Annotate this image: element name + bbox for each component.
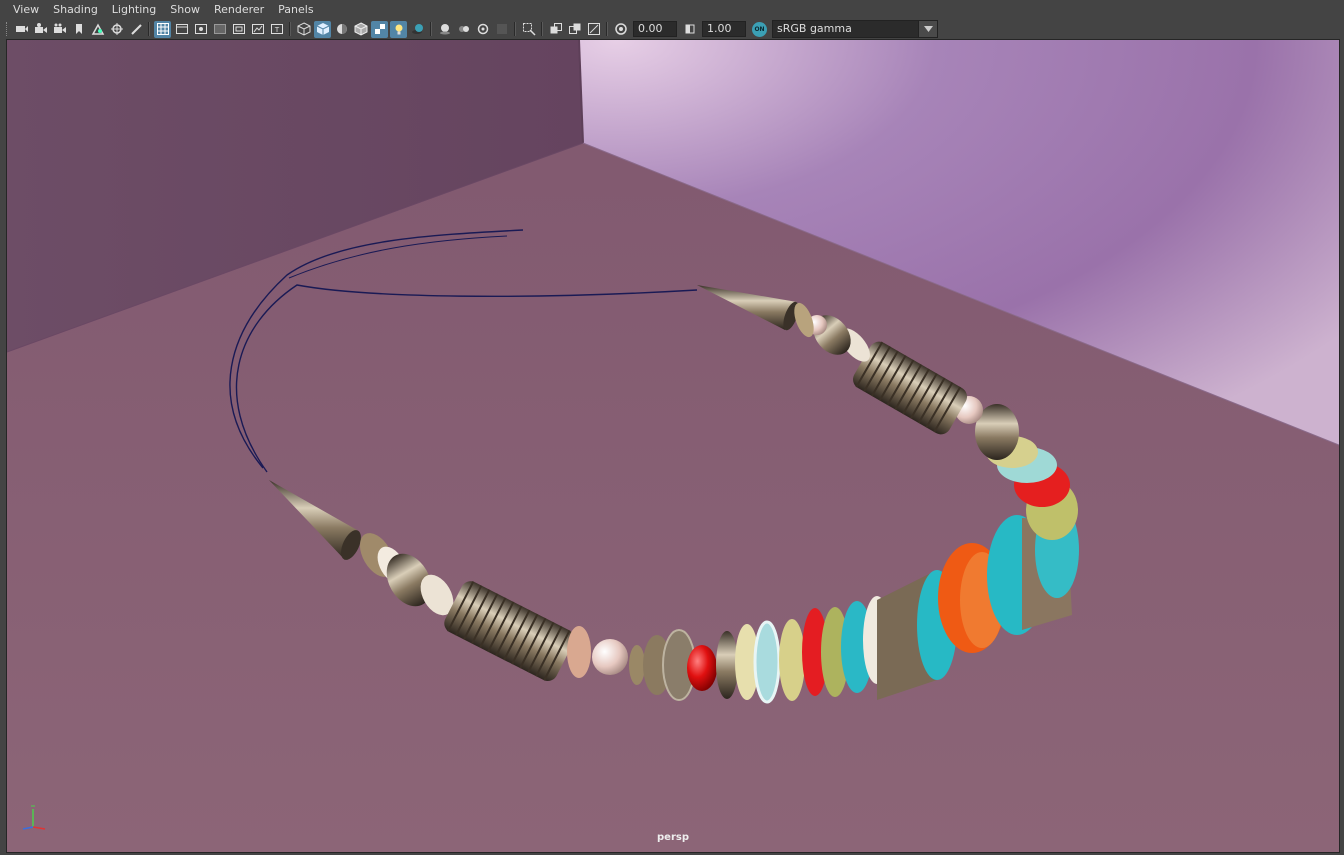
toolbar-separator [289, 22, 291, 36]
toolbar-separator [514, 22, 516, 36]
camera-attributes-icon[interactable] [32, 21, 49, 38]
panel-menu-bar: View Shading Lighting Show Renderer Pane… [0, 0, 1344, 19]
two-d-pan-zoom-icon[interactable] [89, 21, 106, 38]
gamma-field[interactable]: 1.00 [702, 21, 746, 37]
toolbar-separator [148, 22, 150, 36]
view-transform-value: sRGB gamma [777, 22, 852, 35]
scene-render [7, 40, 1339, 852]
menu-shading[interactable]: Shading [46, 0, 105, 19]
select-camera-icon[interactable] [13, 21, 30, 38]
gamma-icon[interactable] [681, 21, 698, 38]
default-material-icon[interactable] [333, 21, 350, 38]
field-chart-icon[interactable] [230, 21, 247, 38]
svg-text:T: T [273, 26, 279, 34]
xray-active-components-icon[interactable] [566, 21, 583, 38]
menu-panels[interactable]: Panels [271, 0, 320, 19]
textured-icon[interactable] [371, 20, 388, 38]
wireframe-on-shaded-icon[interactable] [352, 21, 369, 38]
camera-name-label: persp [657, 832, 689, 843]
multisample-aa-icon[interactable] [474, 21, 491, 38]
gate-mask-icon[interactable] [211, 21, 228, 38]
panel-toolbar: T 0.00 1.00 ON sRGB gamma [0, 19, 1344, 39]
toolbar-separator [430, 22, 432, 36]
grease-pencil-icon[interactable] [108, 21, 125, 38]
safe-title-icon[interactable]: T [268, 21, 285, 38]
xray-icon[interactable] [547, 21, 564, 38]
use-all-lights-icon[interactable] [390, 20, 407, 38]
image-plane-icon[interactable] [70, 21, 87, 38]
resolution-gate-icon[interactable] [192, 21, 209, 38]
shadows-icon[interactable] [409, 21, 426, 38]
menu-lighting[interactable]: Lighting [105, 0, 163, 19]
view-transform-select[interactable]: sRGB gamma [772, 20, 938, 38]
grid-icon[interactable] [154, 20, 171, 38]
exposure-icon[interactable] [612, 21, 629, 38]
safe-action-icon[interactable] [249, 21, 266, 38]
menu-view[interactable]: View [0, 0, 46, 19]
3d-viewport[interactable]: persp [6, 39, 1340, 853]
isolate-select-icon[interactable] [520, 21, 537, 38]
toolbar-handle[interactable] [6, 22, 10, 36]
maya-viewport-panel: View Shading Lighting Show Renderer Pane… [0, 0, 1344, 855]
toolbar-separator [606, 22, 608, 36]
exposure-field[interactable]: 0.00 [633, 21, 677, 37]
depth-of-field-icon[interactable] [493, 21, 510, 38]
pencil-icon[interactable] [127, 21, 144, 38]
film-gate-icon[interactable] [173, 21, 190, 38]
screen-space-ao-icon[interactable] [436, 21, 453, 38]
wireframe-icon[interactable] [295, 21, 312, 38]
motion-blur-icon[interactable] [455, 21, 472, 38]
axis-gizmo-icon [17, 803, 49, 835]
menu-show[interactable]: Show [163, 0, 207, 19]
bookmarks-icon[interactable] [51, 21, 68, 38]
menu-renderer[interactable]: Renderer [207, 0, 271, 19]
chevron-down-icon[interactable] [918, 21, 937, 37]
color-management-toggle[interactable]: ON [752, 21, 767, 37]
toolbar-separator [541, 22, 543, 36]
smooth-shade-icon[interactable] [314, 20, 331, 38]
xray-joints-icon[interactable] [585, 21, 602, 38]
